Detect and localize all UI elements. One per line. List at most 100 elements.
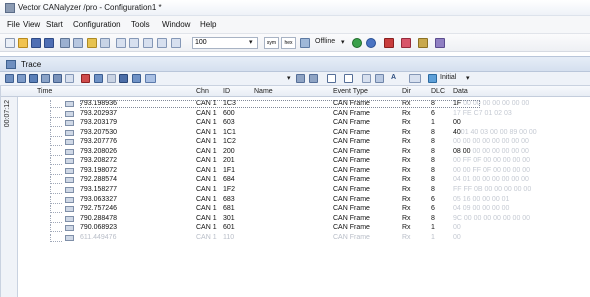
detail-icon[interactable] bbox=[41, 74, 50, 83]
cell-dlc: 1 bbox=[431, 119, 435, 127]
cell-id: 301 bbox=[223, 214, 235, 222]
copy-icon[interactable] bbox=[362, 74, 371, 83]
dropdown-icon[interactable]: ▾ bbox=[287, 74, 291, 82]
menu-configuration[interactable]: Configuration bbox=[73, 20, 121, 29]
save-icon[interactable] bbox=[31, 38, 41, 48]
header-event-type[interactable]: Event Type bbox=[333, 88, 368, 95]
font-size-icon[interactable]: A bbox=[391, 74, 396, 81]
trace-row[interactable]: 793.208026 CAN 1 200 CAN Frame Rx 8 08 00 00 0… bbox=[18, 147, 590, 156]
cell-id: 601 bbox=[223, 224, 235, 232]
trace-grid[interactable]: Time Chn ID Name Event Type Dir DLC Data… bbox=[0, 86, 590, 297]
menu-tools[interactable]: Tools bbox=[131, 20, 150, 29]
trace-row[interactable]: 793.198936 CAN 1 1C3 CAN Frame Rx 8 1F 00 00 0… bbox=[18, 100, 590, 108]
scroll-icon[interactable] bbox=[29, 74, 38, 83]
offline-dropdown-icon[interactable]: ▾ bbox=[341, 38, 345, 46]
marker-icon[interactable] bbox=[132, 74, 141, 83]
database-icon[interactable] bbox=[60, 38, 70, 48]
menu-help[interactable]: Help bbox=[200, 20, 216, 29]
measurement-icon[interactable] bbox=[116, 38, 126, 48]
trace-row[interactable]: 793.202937 CAN 1 600 CAN Frame Rx 6 17 FE C7 0… bbox=[18, 109, 590, 118]
menu-window[interactable]: Window bbox=[162, 20, 190, 29]
menu-start[interactable]: Start bbox=[46, 20, 63, 29]
trace-row[interactable]: 793.198072 CAN 1 1F1 CAN Frame Rx 8 00 00 FF 0… bbox=[18, 166, 590, 175]
folder-icon[interactable] bbox=[87, 38, 97, 48]
cell-data-highlight: 00 bbox=[453, 119, 461, 127]
panes-icon[interactable] bbox=[344, 74, 353, 83]
sort-icon[interactable] bbox=[119, 74, 128, 83]
header-id[interactable]: ID bbox=[223, 88, 230, 95]
graphics-icon[interactable] bbox=[129, 38, 139, 48]
cell-time: 790.288478 bbox=[80, 214, 117, 222]
layout-toggle-icon[interactable] bbox=[327, 74, 336, 83]
header-time[interactable]: Time bbox=[37, 88, 52, 95]
symbolic-toggle[interactable]: sym bbox=[264, 37, 279, 49]
export-icon[interactable] bbox=[375, 74, 384, 83]
filter-icon[interactable] bbox=[384, 38, 394, 48]
header-dir[interactable]: Dir bbox=[402, 88, 411, 95]
trace-row[interactable]: 792.757246 CAN 1 681 CAN Frame Rx 6 04 09 00 0… bbox=[18, 205, 590, 214]
open-folder-icon[interactable] bbox=[18, 38, 28, 48]
columns-icon[interactable] bbox=[17, 74, 26, 83]
trace-row[interactable]: 790.288478 CAN 1 301 CAN Frame Rx 8 9C 00 00 0… bbox=[18, 214, 590, 223]
stop-icon[interactable] bbox=[366, 38, 376, 48]
trace-row[interactable]: 790.068923 CAN 1 601 CAN Frame Rx 1 00 bbox=[18, 224, 590, 233]
grid-icon[interactable] bbox=[171, 38, 181, 48]
menu-view[interactable]: View bbox=[23, 20, 40, 29]
find-icon[interactable] bbox=[296, 74, 305, 83]
trace-window-tab[interactable]: Trace bbox=[0, 56, 590, 72]
search-icon[interactable] bbox=[65, 74, 74, 83]
offline-mode-button[interactable]: Offline bbox=[315, 38, 335, 45]
trace-row[interactable]: 793.063327 CAN 1 683 CAN Frame Rx 6 05 16 00 0… bbox=[18, 195, 590, 204]
panel-icon[interactable] bbox=[100, 38, 110, 48]
can-frame-icon bbox=[65, 215, 74, 222]
trace-row[interactable]: 793.207530 CAN 1 1C1 CAN Frame Rx 8 4001 40 03… bbox=[18, 128, 590, 137]
active-filter-icon[interactable] bbox=[145, 74, 156, 83]
find-next-icon[interactable] bbox=[309, 74, 318, 83]
menu-file[interactable]: File bbox=[7, 20, 20, 29]
document-icon[interactable] bbox=[435, 38, 445, 48]
tree-line bbox=[50, 157, 62, 166]
trace-row[interactable]: 793.207776 CAN 1 1C2 CAN Frame Rx 8 00 00 00 0… bbox=[18, 138, 590, 147]
header-name[interactable]: Name bbox=[254, 88, 273, 95]
cell-dlc: 8 bbox=[431, 214, 435, 222]
cell-data: 17 FE C7 01 02 03 bbox=[453, 110, 512, 118]
trace-mode-icon[interactable] bbox=[5, 74, 14, 83]
statistics-icon[interactable] bbox=[94, 74, 103, 83]
cell-dlc: 8 bbox=[431, 147, 435, 155]
header-dlc[interactable]: DLC bbox=[431, 88, 445, 95]
delete-icon[interactable] bbox=[81, 74, 90, 83]
window-icon[interactable] bbox=[73, 38, 83, 48]
initial-dropdown-arrow[interactable]: ▾ bbox=[466, 74, 470, 82]
cell-dir: Rx bbox=[402, 176, 411, 184]
cell-data: FF FF 0B 00 00 00 00 00 bbox=[453, 186, 531, 194]
network-icon[interactable] bbox=[300, 38, 310, 48]
tree-line bbox=[50, 119, 62, 128]
hex-toggle[interactable]: hex bbox=[281, 37, 296, 49]
can-frame-icon bbox=[65, 101, 74, 107]
layout-icon[interactable] bbox=[157, 38, 167, 48]
menu-bar: File View Start Configuration Tools Wind… bbox=[0, 16, 590, 34]
config-icon[interactable] bbox=[428, 74, 437, 83]
trace-row[interactable]: 793.158277 CAN 1 1F2 CAN Frame Rx 8 FF FF 0B 0… bbox=[18, 185, 590, 194]
save-all-icon[interactable] bbox=[44, 38, 54, 48]
cell-dir: Rx bbox=[402, 224, 411, 232]
chronological-icon[interactable] bbox=[53, 74, 62, 83]
header-data[interactable]: Data bbox=[453, 88, 468, 95]
trace-row[interactable]: 793.208272 CAN 1 201 CAN Frame Rx 8 00 FF 0F 0… bbox=[18, 157, 590, 166]
analysis-icon[interactable] bbox=[401, 38, 411, 48]
header-chn[interactable]: Chn bbox=[196, 88, 209, 95]
chart-icon[interactable] bbox=[409, 74, 421, 83]
cell-data: 00 bbox=[453, 234, 461, 242]
cell-data-bytes: 00 00 FF 0F 00 00 00 00 bbox=[453, 166, 531, 174]
new-file-icon[interactable] bbox=[5, 38, 15, 48]
initial-dropdown[interactable]: Initial bbox=[440, 74, 456, 81]
trace-row[interactable]: 793.203179 CAN 1 603 CAN Frame Rx 1 00 bbox=[18, 119, 590, 128]
edit-icon[interactable] bbox=[418, 38, 428, 48]
cell-chn: CAN 1 bbox=[196, 214, 217, 222]
trace-row[interactable]: 792.288574 CAN 1 684 CAN Frame Rx 8 04 01 00 0… bbox=[18, 176, 590, 185]
start-icon[interactable] bbox=[352, 38, 362, 48]
zoom-icon[interactable] bbox=[143, 38, 153, 48]
chevron-down-icon[interactable]: ▾ bbox=[249, 38, 253, 46]
cell-chn: CAN 1 bbox=[196, 128, 217, 136]
trace-row[interactable]: 611.449476 CAN 1 110 CAN Frame Rx 1 00 bbox=[18, 233, 590, 242]
